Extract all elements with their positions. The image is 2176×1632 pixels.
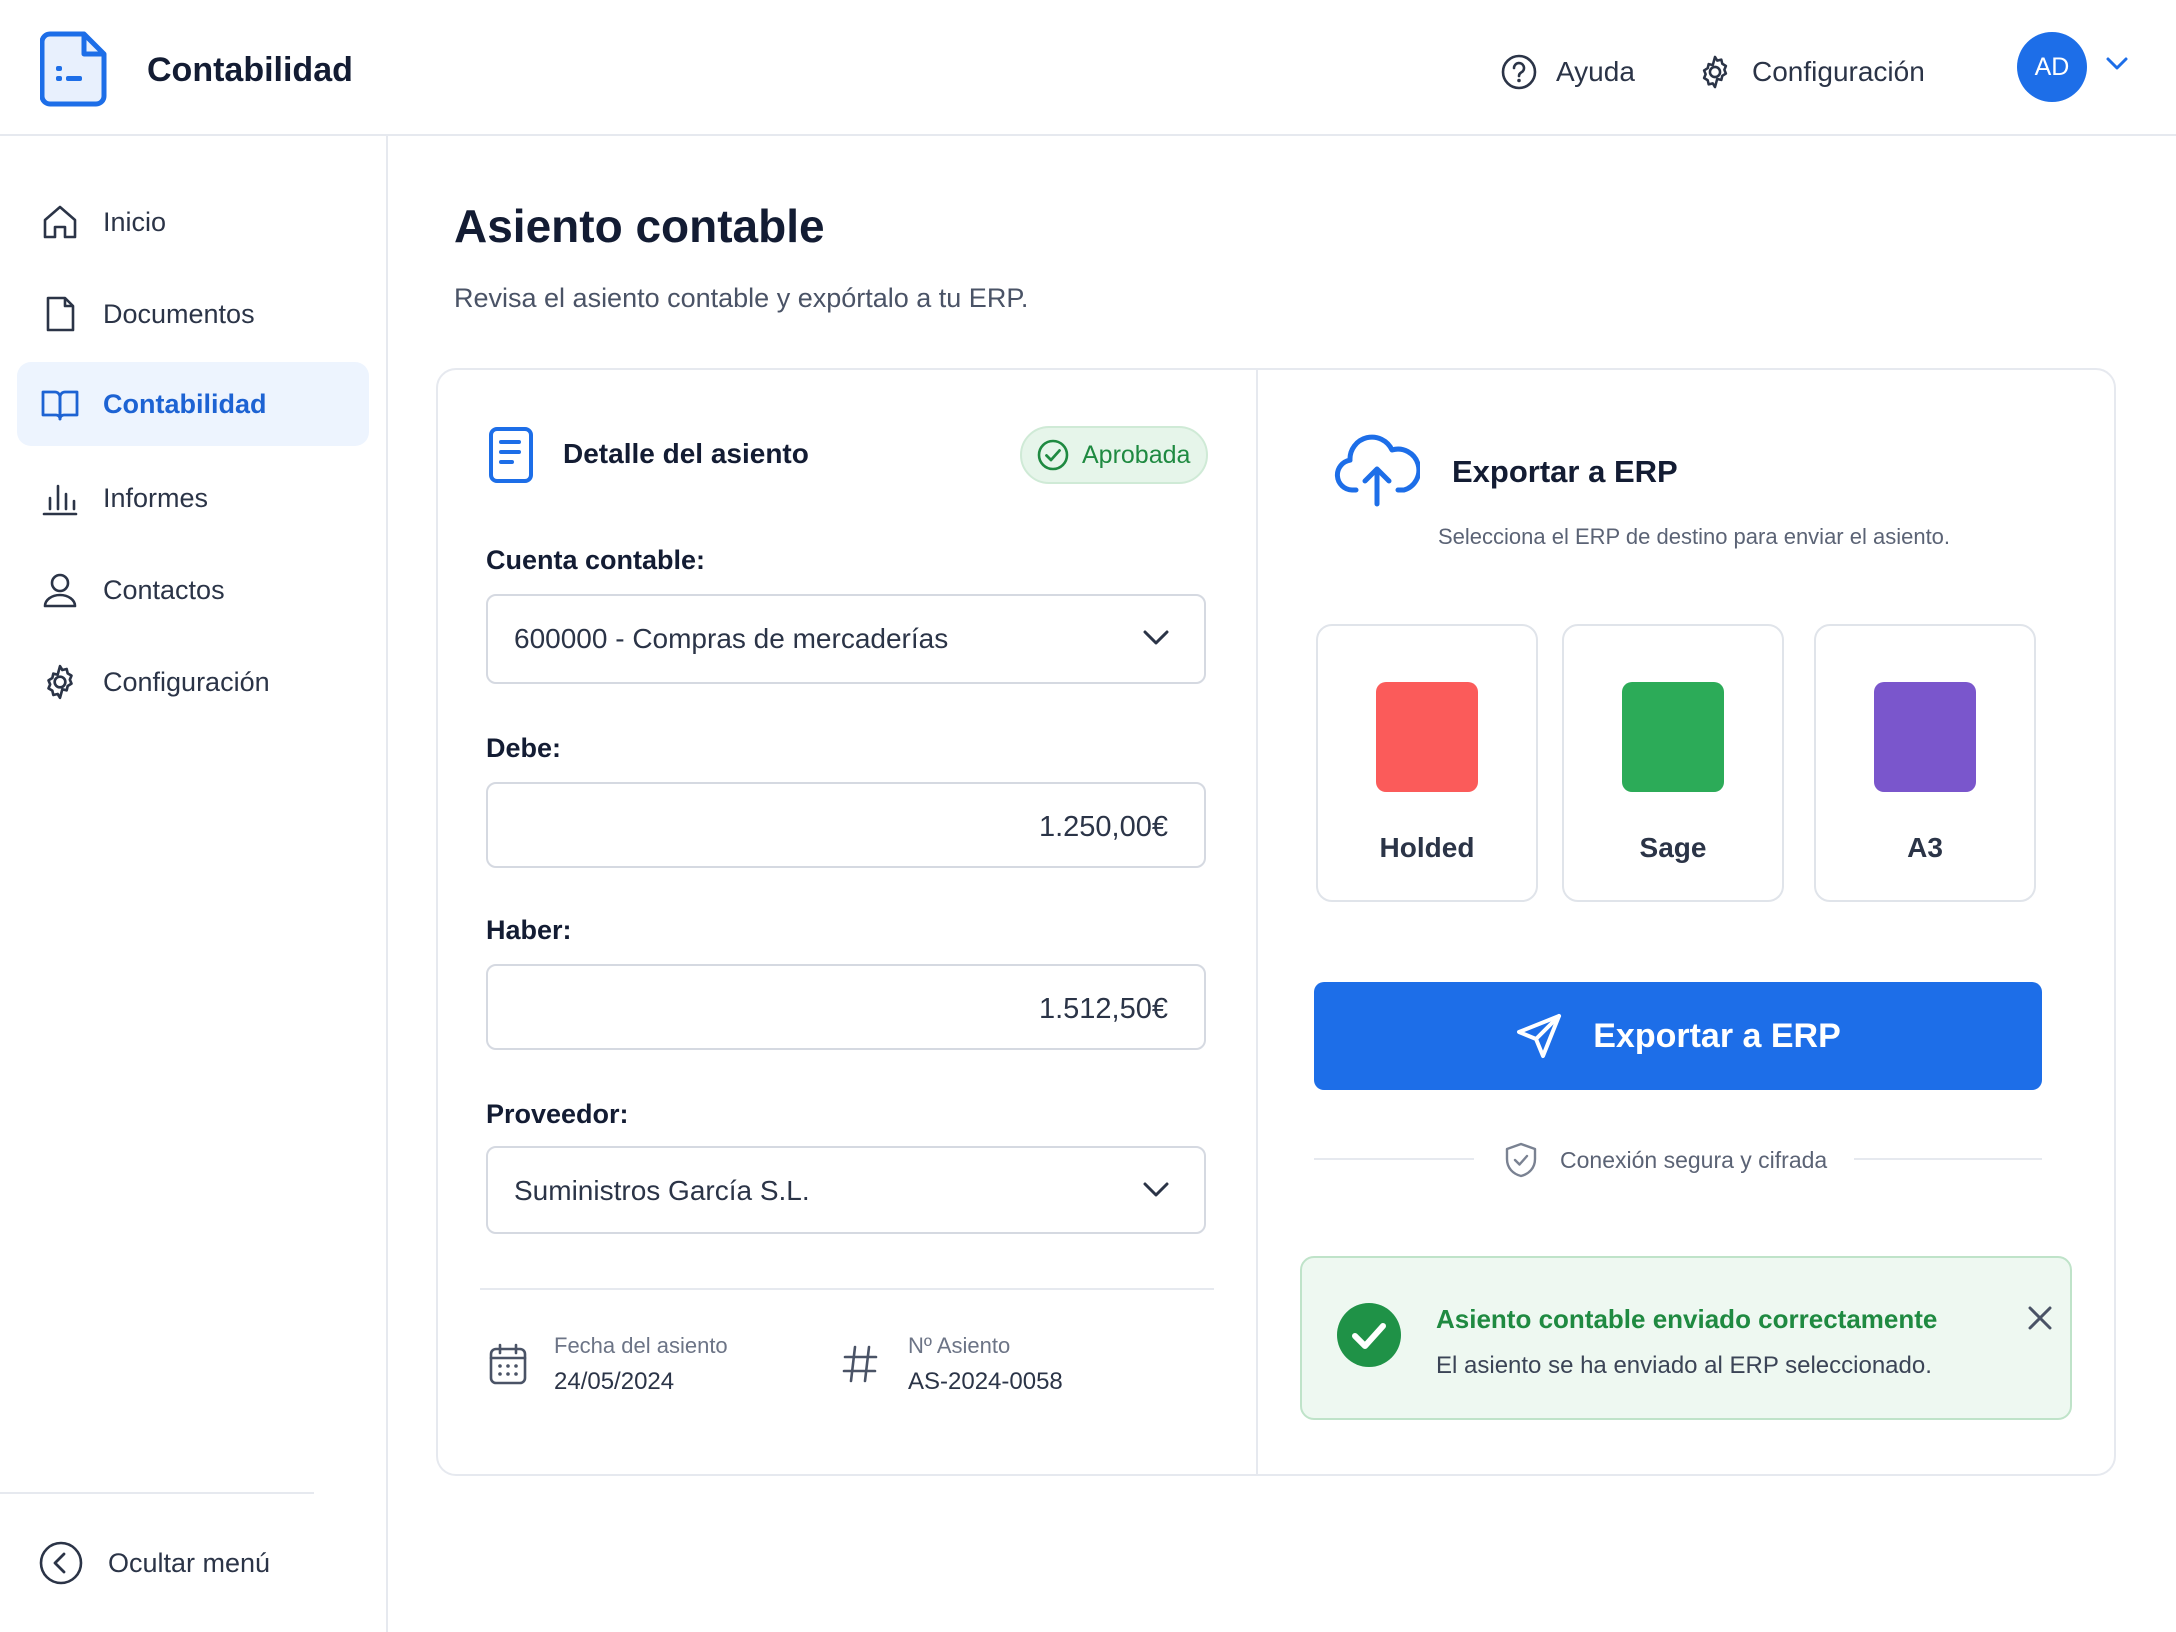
close-icon[interactable] — [2024, 1302, 2056, 1334]
sage-logo — [1622, 682, 1724, 792]
chevron-down-icon — [1143, 1182, 1169, 1197]
account-value: 600000 - Compras de mercaderías — [514, 623, 949, 654]
erp-option-holded[interactable]: Holded — [1316, 624, 1538, 902]
collapse-menu-button[interactable]: Ocultar menú — [38, 1538, 270, 1588]
erp-option-a3[interactable]: A3 — [1814, 624, 2036, 902]
page-title: Asiento contable — [454, 200, 825, 252]
status-label: Aprobada — [1082, 440, 1191, 469]
cloud-upload-icon — [1334, 428, 1420, 508]
help-link[interactable]: Ayuda — [1500, 50, 1635, 94]
chevron-down-icon[interactable] — [2105, 56, 2129, 72]
export-subtitle: Selecciona el ERP de destino para enviar… — [1438, 524, 1951, 549]
erp-name: Sage — [1639, 832, 1707, 863]
calendar-icon — [489, 1343, 527, 1385]
user-avatar[interactable]: AD — [2017, 32, 2087, 102]
hash-icon — [842, 1345, 878, 1383]
card-divider — [1256, 370, 1258, 1474]
erp-option-sage[interactable]: Sage — [1562, 624, 1784, 902]
sidebar-item-label: Inicio — [103, 207, 167, 237]
collapse-menu-label: Ocultar menú — [108, 1547, 271, 1578]
book-icon — [41, 390, 79, 421]
success-toast: Asiento contable enviado correctamente E… — [1300, 1256, 2072, 1420]
sidebar-item-contactos[interactable]: Contactos — [17, 548, 369, 632]
receipt-icon — [488, 426, 534, 484]
supplier-value: Suministros García S.L. — [514, 1175, 810, 1206]
settings-label: Configuración — [1752, 56, 1925, 87]
gear-icon — [47, 664, 73, 700]
sidebar: Inicio Documentos Contabilidad Informes … — [0, 136, 388, 1632]
check-circle-icon — [1037, 439, 1069, 471]
page-subtitle: Revisa el asiento contable y expórtalo a… — [454, 283, 1029, 313]
sidebar-item-label: Informes — [103, 483, 209, 513]
toast-title: Asiento contable enviado correctamente — [1436, 1304, 1938, 1334]
top-header: Contabilidad Ayuda Configuración AD — [0, 0, 2176, 136]
entry-card: Detalle del asiento Aprobada Cuenta cont… — [436, 368, 2116, 1476]
status-badge: Aprobada — [1020, 426, 1208, 484]
sidebar-item-label: Contabilidad — [103, 389, 267, 419]
chevron-down-icon — [1143, 630, 1169, 645]
sidebar-item-configuracion[interactable]: Configuración — [17, 640, 369, 724]
check-circle-filled-icon — [1337, 1303, 1401, 1367]
credit-input[interactable]: 1.512,50€ — [486, 964, 1206, 1050]
sidebar-item-inicio[interactable]: Inicio — [17, 180, 369, 264]
account-select[interactable]: 600000 - Compras de mercaderías — [486, 594, 1206, 684]
export-title: Exportar a ERP — [1452, 454, 1678, 489]
secure-divider-right — [1854, 1158, 2042, 1160]
sidebar-item-documentos[interactable]: Documentos — [17, 272, 369, 356]
debit-label: Debe: — [486, 733, 562, 763]
app-logo-icon — [40, 30, 110, 108]
entry-number-label: Nº Asiento — [908, 1333, 1011, 1358]
settings-link[interactable]: Configuración — [1696, 50, 1925, 94]
document-icon — [46, 296, 75, 332]
erp-name: Holded — [1379, 832, 1475, 863]
entry-date-label: Fecha del asiento — [554, 1333, 728, 1358]
secure-connection-label: Conexión segura y cifrada — [1560, 1146, 1828, 1173]
chevron-left-circle-icon — [39, 1541, 83, 1585]
toast-message: El asiento se ha enviado al ERP seleccio… — [1436, 1352, 1932, 1379]
app-title: Contabilidad — [147, 51, 353, 89]
credit-label: Haber: — [486, 915, 572, 945]
sidebar-item-label: Contactos — [103, 575, 225, 605]
meta-divider — [480, 1288, 1214, 1290]
home-icon — [43, 205, 77, 239]
a3-logo — [1874, 682, 1976, 792]
secure-divider-left — [1314, 1158, 1474, 1160]
debit-value: 1.250,00€ — [1038, 811, 1168, 843]
bar-chart-icon — [42, 484, 78, 516]
help-label: Ayuda — [1556, 56, 1635, 87]
send-icon — [1517, 1014, 1562, 1058]
detail-title: Detalle del asiento — [563, 438, 809, 469]
shield-check-icon — [1505, 1142, 1537, 1178]
export-erp-button[interactable]: Exportar a ERP — [1314, 982, 2042, 1090]
sidebar-item-label: Configuración — [103, 667, 270, 697]
export-button-label: Exportar a ERP — [1593, 1016, 1841, 1055]
erp-name: A3 — [1907, 832, 1943, 863]
sidebar-item-informes[interactable]: Informes — [17, 456, 369, 540]
holded-logo — [1376, 682, 1478, 792]
debit-input[interactable]: 1.250,00€ — [486, 782, 1206, 868]
supplier-label: Proveedor: — [486, 1099, 629, 1129]
sidebar-item-contabilidad[interactable]: Contabilidad — [17, 362, 369, 446]
credit-value: 1.512,50€ — [1038, 993, 1168, 1025]
user-icon — [43, 573, 77, 608]
supplier-select[interactable]: Suministros García S.L. — [486, 1146, 1206, 1234]
sidebar-item-label: Documentos — [103, 299, 255, 329]
secure-connection-note: Conexión segura y cifrada — [1504, 1140, 1827, 1180]
entry-date-value: 24/05/2024 — [554, 1368, 675, 1395]
account-label: Cuenta contable: — [486, 545, 706, 575]
help-icon — [1501, 54, 1537, 90]
entry-number-value: AS-2024-0058 — [908, 1368, 1063, 1395]
gear-icon — [1702, 55, 1728, 89]
sidebar-divider — [0, 1492, 314, 1494]
